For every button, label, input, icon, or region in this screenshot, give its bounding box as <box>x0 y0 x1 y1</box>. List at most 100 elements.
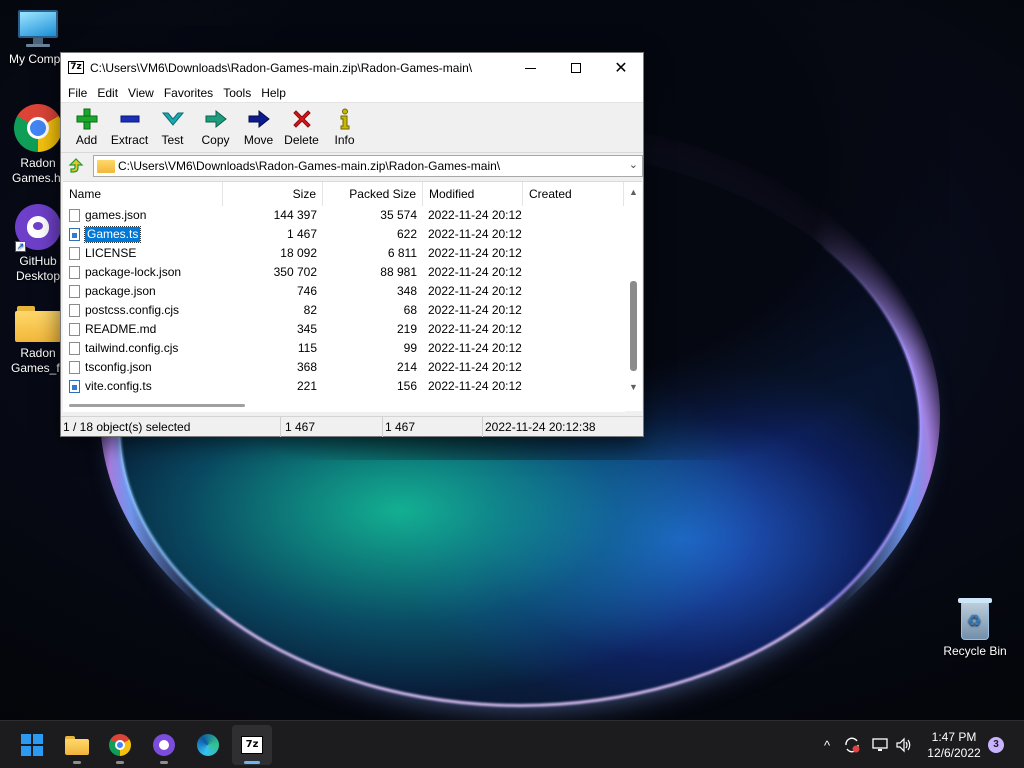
tray-sync-button[interactable] <box>840 721 864 768</box>
file-size: 115 <box>297 341 317 355</box>
move-label: Move <box>243 133 274 147</box>
file-name-cell: tsconfig.json <box>69 360 224 375</box>
file-size: 368 <box>296 360 317 374</box>
taskbar-edge[interactable] <box>188 725 228 765</box>
address-path[interactable]: C:\Users\VM6\Downloads\Radon-Games-main.… <box>118 159 500 173</box>
table-row[interactable]: package-lock.json 350 702 88 981 2022-11… <box>63 263 625 282</box>
info-button[interactable]: Info <box>323 103 366 152</box>
desktop-icon-label: My Compu <box>8 52 67 66</box>
show-hidden-icons-button[interactable]: ^ <box>816 721 838 768</box>
extract-button[interactable]: Extract <box>108 103 151 152</box>
menu-file[interactable]: File <box>63 83 92 102</box>
test-button[interactable]: Test <box>151 103 194 152</box>
menu-tools[interactable]: Tools <box>218 83 256 102</box>
file-size: 221 <box>296 379 317 393</box>
desktop-icon-recycle-bin[interactable]: ♻ Recycle Bin <box>935 598 1015 659</box>
table-row[interactable]: postcss.config.cjs 82 68 2022-11-24 20:1… <box>63 301 625 320</box>
menu-favorites[interactable]: Favorites <box>159 83 218 102</box>
test-label: Test <box>161 133 184 147</box>
file-icon <box>69 209 80 222</box>
column-header-modified[interactable]: Modified <box>423 182 523 206</box>
vertical-scrollbar[interactable]: ▲ ▼ <box>625 182 642 398</box>
vertical-scroll-thumb[interactable] <box>630 281 637 371</box>
menu-edit[interactable]: Edit <box>92 83 123 102</box>
file-list[interactable]: Name Size Packed Size Modified Created g… <box>63 181 642 412</box>
column-header-name[interactable]: Name <box>63 182 223 206</box>
add-button[interactable]: Add <box>65 103 108 152</box>
table-row[interactable]: games.json 144 397 35 574 2022-11-24 20:… <box>63 206 625 225</box>
close-icon: ✕ <box>614 60 628 77</box>
delete-button[interactable]: Delete <box>280 103 323 152</box>
typescript-file-icon <box>69 228 80 241</box>
horizontal-scrollbar[interactable] <box>63 398 625 412</box>
taskbar-clock[interactable]: 1:47 PM 12/6/2022 <box>916 729 992 761</box>
scroll-up-arrow-icon[interactable]: ▲ <box>629 187 638 197</box>
file-name: LICENSE <box>85 246 137 260</box>
table-row[interactable]: vite.config.ts 221 156 2022-11-24 20:12 <box>63 377 625 396</box>
parent-folder-button[interactable] <box>65 156 87 176</box>
taskbar-chrome[interactable] <box>100 725 140 765</box>
file-name: package.json <box>85 284 156 298</box>
extract-icon <box>118 108 142 130</box>
taskbar-github-desktop[interactable] <box>144 725 184 765</box>
address-path-combobox[interactable]: C:\Users\VM6\Downloads\Radon-Games-main.… <box>93 155 643 177</box>
taskbar-file-explorer[interactable] <box>57 725 97 765</box>
7zip-file-manager-window: 7z C:\Users\VM6\Downloads\Radon-Games-ma… <box>60 52 644 437</box>
minimize-button[interactable] <box>507 53 553 83</box>
chrome-icon <box>109 734 131 756</box>
title-bar[interactable]: 7z C:\Users\VM6\Downloads\Radon-Games-ma… <box>61 53 643 83</box>
file-name-cell: package-lock.json <box>69 265 224 280</box>
address-bar: C:\Users\VM6\Downloads\Radon-Games-main.… <box>61 153 643 179</box>
copy-button[interactable]: Copy <box>194 103 237 152</box>
file-modified: 2022-11-24 20:12 <box>428 360 522 374</box>
file-name-cell: LICENSE <box>69 246 224 261</box>
folder-icon <box>15 306 61 342</box>
file-size: 144 397 <box>273 208 317 222</box>
start-button[interactable] <box>12 725 52 765</box>
chevron-down-icon[interactable]: ⌄ <box>629 158 638 171</box>
file-size: 82 <box>303 303 317 317</box>
folder-icon <box>65 735 89 755</box>
column-header-packed-size[interactable]: Packed Size <box>323 182 423 206</box>
table-row[interactable]: README.md 345 219 2022-11-24 20:12 <box>63 320 625 339</box>
status-bar: 1 / 18 object(s) selected 1 467 1 467 20… <box>61 416 643 437</box>
taskbar-7zip[interactable]: 7z <box>232 725 272 765</box>
menu-view[interactable]: View <box>123 83 159 102</box>
table-row[interactable]: LICENSE 18 092 6 811 2022-11-24 20:12 <box>63 244 625 263</box>
maximize-button[interactable] <box>553 53 599 83</box>
move-icon <box>247 108 271 130</box>
status-modified: 2022-11-24 20:12:38 <box>485 420 596 434</box>
tray-volume-button[interactable] <box>892 721 916 768</box>
add-label: Add <box>75 133 98 147</box>
7zip-icon: 7z <box>241 736 263 754</box>
file-name: games.json <box>85 208 147 222</box>
status-packed-size: 1 467 <box>383 417 483 437</box>
table-row[interactable]: package.json 746 348 2022-11-24 20:12 <box>63 282 625 301</box>
menu-help[interactable]: Help <box>256 83 291 102</box>
menu-bar: File Edit View Favorites Tools Help <box>61 83 643 103</box>
column-header-size[interactable]: Size <box>223 182 323 206</box>
file-name: Games.ts <box>83 226 142 243</box>
table-row[interactable]: tailwind.config.cjs 115 99 2022-11-24 20… <box>63 339 625 358</box>
up-arrow-icon <box>68 158 84 173</box>
file-packed-size: 88 981 <box>380 265 417 279</box>
file-packed-size: 214 <box>396 360 417 374</box>
file-created <box>529 265 623 280</box>
copy-icon <box>204 108 228 130</box>
move-button[interactable]: Move <box>237 103 280 152</box>
tray-network-button[interactable] <box>868 721 892 768</box>
close-button[interactable]: ✕ <box>598 53 644 83</box>
7zip-app-icon[interactable]: 7z <box>68 61 84 74</box>
github-desktop-icon <box>153 734 175 756</box>
column-header-created[interactable]: Created <box>523 182 624 206</box>
scroll-down-arrow-icon[interactable]: ▼ <box>629 382 638 392</box>
file-name: vite.config.ts <box>85 379 152 393</box>
table-row[interactable]: tsconfig.json 368 214 2022-11-24 20:12 <box>63 358 625 377</box>
file-packed-size: 99 <box>403 341 417 355</box>
table-row-selected[interactable]: Games.ts 1 467 622 2022-11-24 20:12 <box>63 225 625 244</box>
windows-logo-icon <box>21 734 43 756</box>
horizontal-scroll-thumb[interactable] <box>69 404 245 407</box>
taskbar: 7z ^ 1:47 PM 12/6/2022 3 <box>0 720 1024 768</box>
notification-badge[interactable]: 3 <box>988 737 1004 753</box>
file-name-cell: games.json <box>69 208 224 223</box>
